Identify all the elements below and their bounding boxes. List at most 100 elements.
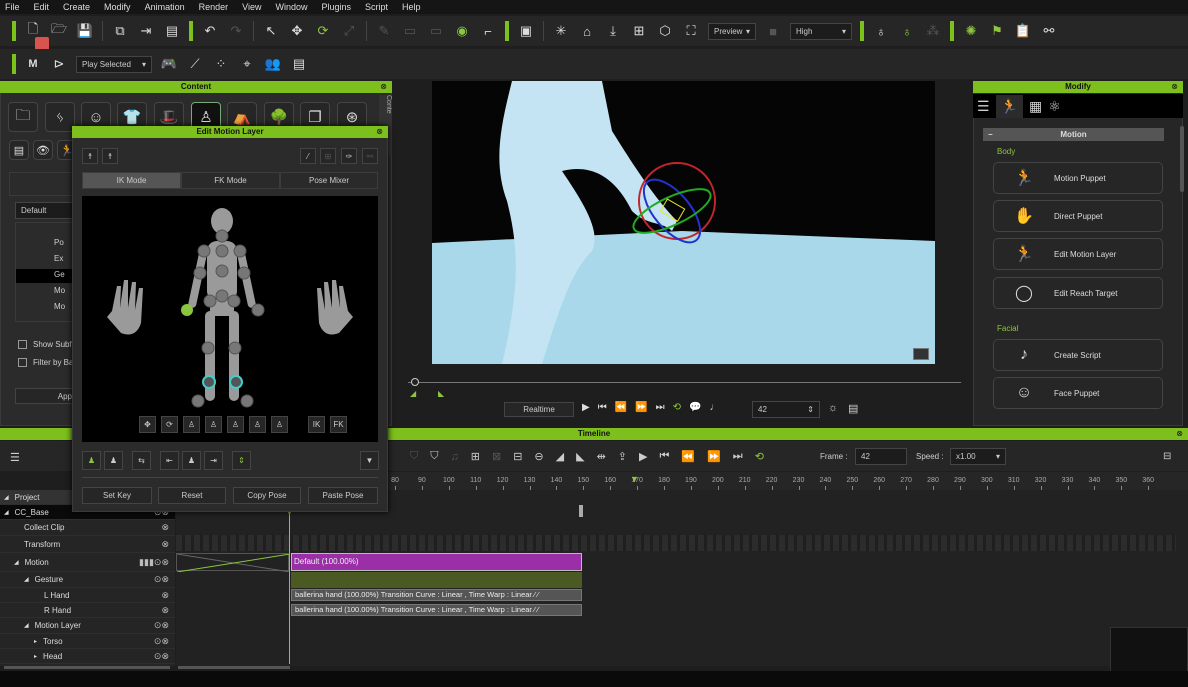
playback-frame-input[interactable]: 42 ⇕ [752, 401, 820, 418]
mocap-icon[interactable]: ✺ [962, 22, 980, 40]
scale-icon[interactable]: ⤢ [340, 22, 358, 40]
motion-section-header[interactable]: − Motion [983, 128, 1164, 141]
expand-arrow-icon[interactable]: ◢ [24, 622, 29, 629]
gamepad-icon[interactable]: 🎮 [160, 55, 178, 73]
rotate-pose-icon[interactable]: ⟳ [161, 416, 178, 433]
frame-icon[interactable]: ⛶ [682, 22, 700, 40]
panel-icon[interactable]: ▣ [517, 22, 535, 40]
link-off-icon[interactable]: ⚯ [362, 148, 378, 164]
show-subfolder-checkbox[interactable] [18, 340, 27, 349]
l-hand-clip[interactable]: ballerina hand (100.00%) Transition Curv… [291, 589, 582, 601]
home-icon[interactable]: ⌂ [578, 22, 596, 40]
md-logo-icon[interactable]: M [24, 55, 42, 73]
motion-clip[interactable]: Default (100.00%) [291, 553, 582, 571]
align-right-icon[interactable]: ▭ [427, 22, 445, 40]
3d-viewport[interactable] [432, 81, 935, 364]
center-icon[interactable]: ⊞ [630, 22, 648, 40]
light-icon[interactable]: ✳ [552, 22, 570, 40]
menu-plugins[interactable]: Plugins [322, 2, 352, 12]
tree-item[interactable]: Ex [54, 254, 63, 263]
timeline-settings-icon[interactable]: ⊟ [1163, 451, 1171, 462]
paste-pose-button[interactable]: Paste Pose [308, 487, 378, 504]
link-icon[interactable]: ⚯ [1040, 22, 1058, 40]
panel-toggle-icon[interactable]: ▤ [848, 402, 858, 415]
filter-dropdown[interactable]: Default [15, 202, 75, 219]
expand-arrow-icon[interactable]: ▸ [34, 653, 37, 660]
align-left-icon[interactable]: ▭ [401, 22, 419, 40]
expand-arrow-icon[interactable]: ◢ [14, 559, 19, 566]
insert-clip-icon[interactable]: ⊞ [471, 450, 480, 463]
menu-edit[interactable]: Edit [34, 2, 50, 12]
direct-puppet-button[interactable]: ✋ Direct Puppet [993, 200, 1163, 232]
menu-modify[interactable]: Modify [104, 2, 131, 12]
set-key-button[interactable]: Set Key [82, 487, 152, 504]
tl-loop-icon[interactable]: ⟲ [755, 450, 764, 463]
track-collect-clip[interactable]: Collect Clip ⊗ [0, 520, 175, 536]
pick-parent-icon[interactable]: ⌐ [479, 22, 497, 40]
modify-scrollbar[interactable] [1180, 126, 1184, 192]
filter-by-checkbox[interactable] [18, 358, 27, 367]
track-list-icon[interactable]: ☰ [10, 451, 20, 464]
remove-clip-icon[interactable]: ⊠ [492, 450, 501, 463]
tl-start-icon[interactable]: ⏮ [659, 450, 669, 463]
track-list-scrollbar[interactable] [4, 666, 170, 669]
pose-4-icon[interactable]: ♙ [249, 416, 266, 433]
play-icon[interactable]: ▶ [582, 402, 590, 413]
tree-item[interactable]: Mo [54, 286, 65, 295]
settings-icon[interactable]: ☼ [828, 402, 838, 414]
track-controls-icon[interactable]: ⊙⊗ [154, 620, 169, 631]
reach-icon[interactable]: ♁ [872, 22, 890, 40]
mirror-icon[interactable]: ⇆ [132, 451, 151, 470]
music-note-icon[interactable]: ♫ [451, 451, 459, 463]
tl-next-icon[interactable]: ⏩ [707, 450, 721, 463]
view-cube-icon[interactable]: ⬡ [656, 22, 674, 40]
ik-reach-icon[interactable]: ☨ [102, 148, 118, 164]
close-icon[interactable]: ⊗ [376, 126, 383, 138]
motion-icon[interactable]: ♁ [898, 22, 916, 40]
pose-3-icon[interactable]: ♙ [227, 416, 244, 433]
music-icon[interactable]: ♩ [709, 402, 719, 413]
mirror-left-icon[interactable]: ⇤ [160, 451, 179, 470]
start-marker-icon[interactable]: ◢ [410, 389, 416, 398]
select-icon[interactable]: ↖ [262, 22, 280, 40]
track-controls-icon[interactable]: ⊙⊗ [154, 636, 169, 647]
track-transform[interactable]: Transform ⊗ [0, 536, 175, 553]
next-frame-icon[interactable]: ⏩ [635, 402, 647, 413]
tl-prev-icon[interactable]: ⏪ [681, 450, 695, 463]
folder-icon[interactable]: 🗀 [8, 102, 38, 132]
track-controls-icon[interactable]: ⊗ [161, 539, 169, 550]
track-motion-layer[interactable]: ◢ Motion Layer ⊙⊗ [0, 618, 175, 634]
rotate-icon[interactable]: ⟳ [314, 22, 332, 40]
track-controls-icon[interactable]: ⊙⊗ [154, 651, 169, 662]
sliders-tab-icon[interactable]: ☰ [977, 98, 990, 115]
tl-play-icon[interactable]: ▶ [639, 450, 647, 463]
track-controls-icon[interactable]: ⊗ [161, 590, 169, 601]
tab-fk-mode[interactable]: FK Mode [181, 172, 280, 189]
menu-window[interactable]: Window [275, 2, 307, 12]
expand-dropdown-icon[interactable]: ▼ [360, 451, 379, 470]
tree-item[interactable]: Mo [54, 302, 65, 311]
eye-icon[interactable]: ◉ [453, 22, 471, 40]
expand-arrow-icon[interactable]: ▸ [34, 638, 37, 645]
clipboard-icon[interactable]: 📋 [1014, 22, 1032, 40]
upper-body-icon[interactable]: ♟ [104, 451, 123, 470]
frame-input[interactable]: 42 [855, 448, 907, 465]
play-circle-icon[interactable]: ⊳ [50, 55, 68, 73]
menu-create[interactable]: Create [63, 2, 90, 12]
bone-icon[interactable]: ⁄ [300, 148, 316, 164]
track-controls-icon[interactable]: ⊗ [161, 605, 169, 616]
motion-tab-icon[interactable]: 🏃 [995, 94, 1023, 118]
grid-icon[interactable]: ⊞ [320, 148, 336, 164]
tl-end-icon[interactable]: ⏭ [733, 450, 743, 463]
track-gesture[interactable]: ◢ Gesture ⊙⊗ [0, 572, 175, 588]
realtime-button[interactable]: Realtime [504, 402, 574, 417]
open-folder-icon[interactable]: 🗁 [50, 21, 68, 40]
pose-2-icon[interactable]: ♙ [205, 416, 222, 433]
path-icon[interactable]: ⟋ [186, 55, 204, 73]
menu-file[interactable]: File [5, 2, 20, 12]
render-mode-dropdown[interactable]: Preview ▾ [708, 22, 756, 40]
close-icon[interactable]: ⊗ [1176, 428, 1183, 440]
gesture-clip[interactable] [291, 572, 582, 588]
group-icon[interactable]: ⁂ [924, 22, 942, 40]
flag-icon[interactable]: ⚑ [988, 22, 1006, 40]
